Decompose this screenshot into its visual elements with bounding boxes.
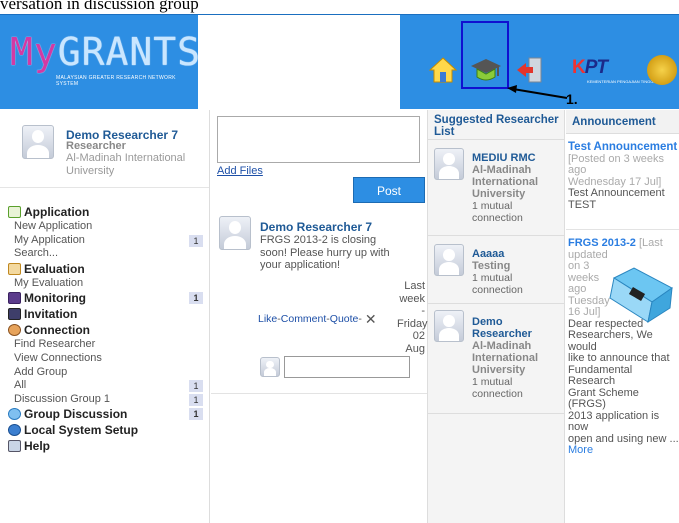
profile-university: Al-Madinah International University — [66, 152, 186, 177]
suggested-person[interactable]: Demo Researcher Al-Madinah International… — [428, 304, 564, 414]
sidebar-item-new-application[interactable]: New Application — [0, 220, 210, 234]
post-author[interactable]: Demo Researcher 7 — [260, 220, 372, 234]
post-textarea[interactable] — [217, 116, 420, 163]
annotation-arrow-icon — [507, 85, 568, 99]
mygrants-logo[interactable]: MyGRANTS MALAYSIAN GREATER RESEARCH NETW… — [10, 30, 202, 91]
invitation-icon — [8, 308, 21, 321]
kpt-subtitle: KEMENTERIAN PENGAJIAN TINGGI — [587, 79, 655, 84]
document-add-icon — [8, 206, 21, 218]
count-badge: 1 — [189, 380, 203, 393]
count-badge: 1 — [189, 393, 203, 406]
announcement-heading[interactable]: Test Announcement — [568, 141, 679, 154]
more-link[interactable]: More — [568, 444, 679, 457]
profile-role: Researcher — [66, 140, 126, 152]
avatar[interactable] — [434, 310, 464, 342]
people-icon — [8, 324, 21, 337]
count-badge: 1 — [189, 234, 203, 247]
like-link[interactable]: Like — [258, 313, 277, 325]
add-files-link[interactable]: Add Files — [217, 165, 263, 177]
post-timestamp: Last week - Friday 02 Aug — [397, 280, 428, 355]
announcement-item: Test Announcement [Posted on 3 weeks ago… — [566, 134, 679, 230]
avatar — [260, 357, 280, 377]
post-message: FRGS 2013-2 is closing soon! Please hurr… — [260, 234, 390, 271]
sidebar-item-add-group[interactable]: Add Group — [0, 366, 210, 380]
logo-subtitle: MALAYSIAN GREATER RESEARCH NETWORK SYSTE… — [56, 75, 176, 87]
chat-bubble-icon — [8, 408, 21, 421]
person-name[interactable]: Aaaaa — [472, 248, 504, 260]
discussion-feed-column: Add Files Post Demo Researcher 7 FRGS 20… — [211, 110, 428, 523]
suggested-person[interactable]: MEDIU RMC Al-Madinah International Unive… — [428, 140, 564, 236]
sidebar-item-discussion-group-1[interactable]: Discussion Group 11 — [0, 393, 210, 407]
avatar[interactable] — [22, 125, 54, 159]
left-sidebar: Demo Researcher 7 Researcher Al-Madinah … — [0, 110, 210, 523]
person-name[interactable]: Demo — [472, 316, 538, 328]
announcement-panel: Announcement Test Announcement [Posted o… — [566, 110, 679, 523]
comment-link[interactable]: Comment — [281, 313, 327, 325]
profile-card: Demo Researcher 7 Researcher Al-Madinah … — [0, 110, 209, 188]
delete-icon[interactable]: ✕ — [365, 311, 377, 328]
sidebar-section-connection[interactable]: Connection — [0, 322, 210, 338]
app-header: MyGRANTS MALAYSIAN GREATER RESEARCH NETW… — [0, 14, 679, 110]
folder-icon — [608, 264, 678, 326]
document-caption: versation in discussion group — [0, 0, 199, 13]
suggested-researcher-panel: Suggested Researcher List MEDIU RMC Al-M… — [428, 110, 565, 523]
sidebar-section-local-system-setup[interactable]: Local System Setup — [0, 422, 210, 438]
sidebar-section-help[interactable]: Help — [0, 438, 210, 454]
sidebar-item-view-connections[interactable]: View Connections — [0, 352, 210, 366]
person-name[interactable]: MEDIU RMC — [472, 152, 536, 164]
announcement-title: Announcement — [566, 110, 679, 134]
sidebar-item-my-evaluation[interactable]: My Evaluation — [0, 277, 210, 291]
logo-grants: GRANTS — [57, 30, 202, 74]
sidebar-section-group-discussion[interactable]: Group Discussion 1 — [0, 406, 210, 422]
sidebar-section-invitation[interactable]: Invitation — [0, 306, 210, 322]
suggested-title: Suggested Researcher List — [428, 110, 564, 140]
sidebar-section-application[interactable]: Application — [0, 204, 210, 220]
post-actions: Like-Comment-Quote- ✕ — [258, 311, 377, 328]
sidebar-item-search[interactable]: Search... — [0, 247, 210, 261]
sidebar-item-all[interactable]: All 1 — [0, 379, 210, 393]
annotation-label: 1. — [566, 91, 578, 107]
post-button[interactable]: Post — [353, 177, 425, 203]
comment-input[interactable] — [284, 356, 410, 378]
settings-globe-icon — [8, 424, 21, 437]
sidebar-section-evaluation[interactable]: Evaluation — [0, 261, 210, 277]
sidebar-item-my-application[interactable]: My Application 1 — [0, 234, 210, 248]
avatar[interactable] — [434, 244, 464, 276]
help-icon — [8, 440, 21, 453]
logo-my: My — [10, 30, 58, 74]
monitoring-icon — [8, 292, 21, 305]
announcement-item: FRGS 2013-2 [Last updated on 3 weeks ago… — [568, 237, 679, 457]
avatar[interactable] — [434, 148, 464, 180]
sidebar-section-monitoring[interactable]: Monitoring 1 — [0, 290, 210, 306]
annotation-highlight-box — [461, 21, 509, 89]
home-icon[interactable] — [428, 55, 458, 85]
avatar[interactable] — [219, 216, 251, 250]
evaluation-icon — [8, 262, 21, 275]
header-banner-space — [198, 15, 400, 110]
count-badge: 1 — [189, 292, 203, 305]
sidebar-item-find-researcher[interactable]: Find Researcher — [0, 338, 210, 352]
coat-of-arms-icon — [647, 55, 677, 85]
sidebar-menu: Application New Application My Applicati… — [0, 204, 210, 454]
announcement-heading[interactable]: FRGS 2013-2 — [568, 237, 636, 249]
count-badge: 1 — [189, 408, 203, 421]
logout-door-icon[interactable] — [515, 55, 545, 85]
kpt-logo: KPT — [572, 57, 608, 78]
suggested-person[interactable]: Aaaaa Testing 1 mutual connection — [428, 236, 564, 304]
quote-link[interactable]: Quote — [330, 313, 359, 325]
